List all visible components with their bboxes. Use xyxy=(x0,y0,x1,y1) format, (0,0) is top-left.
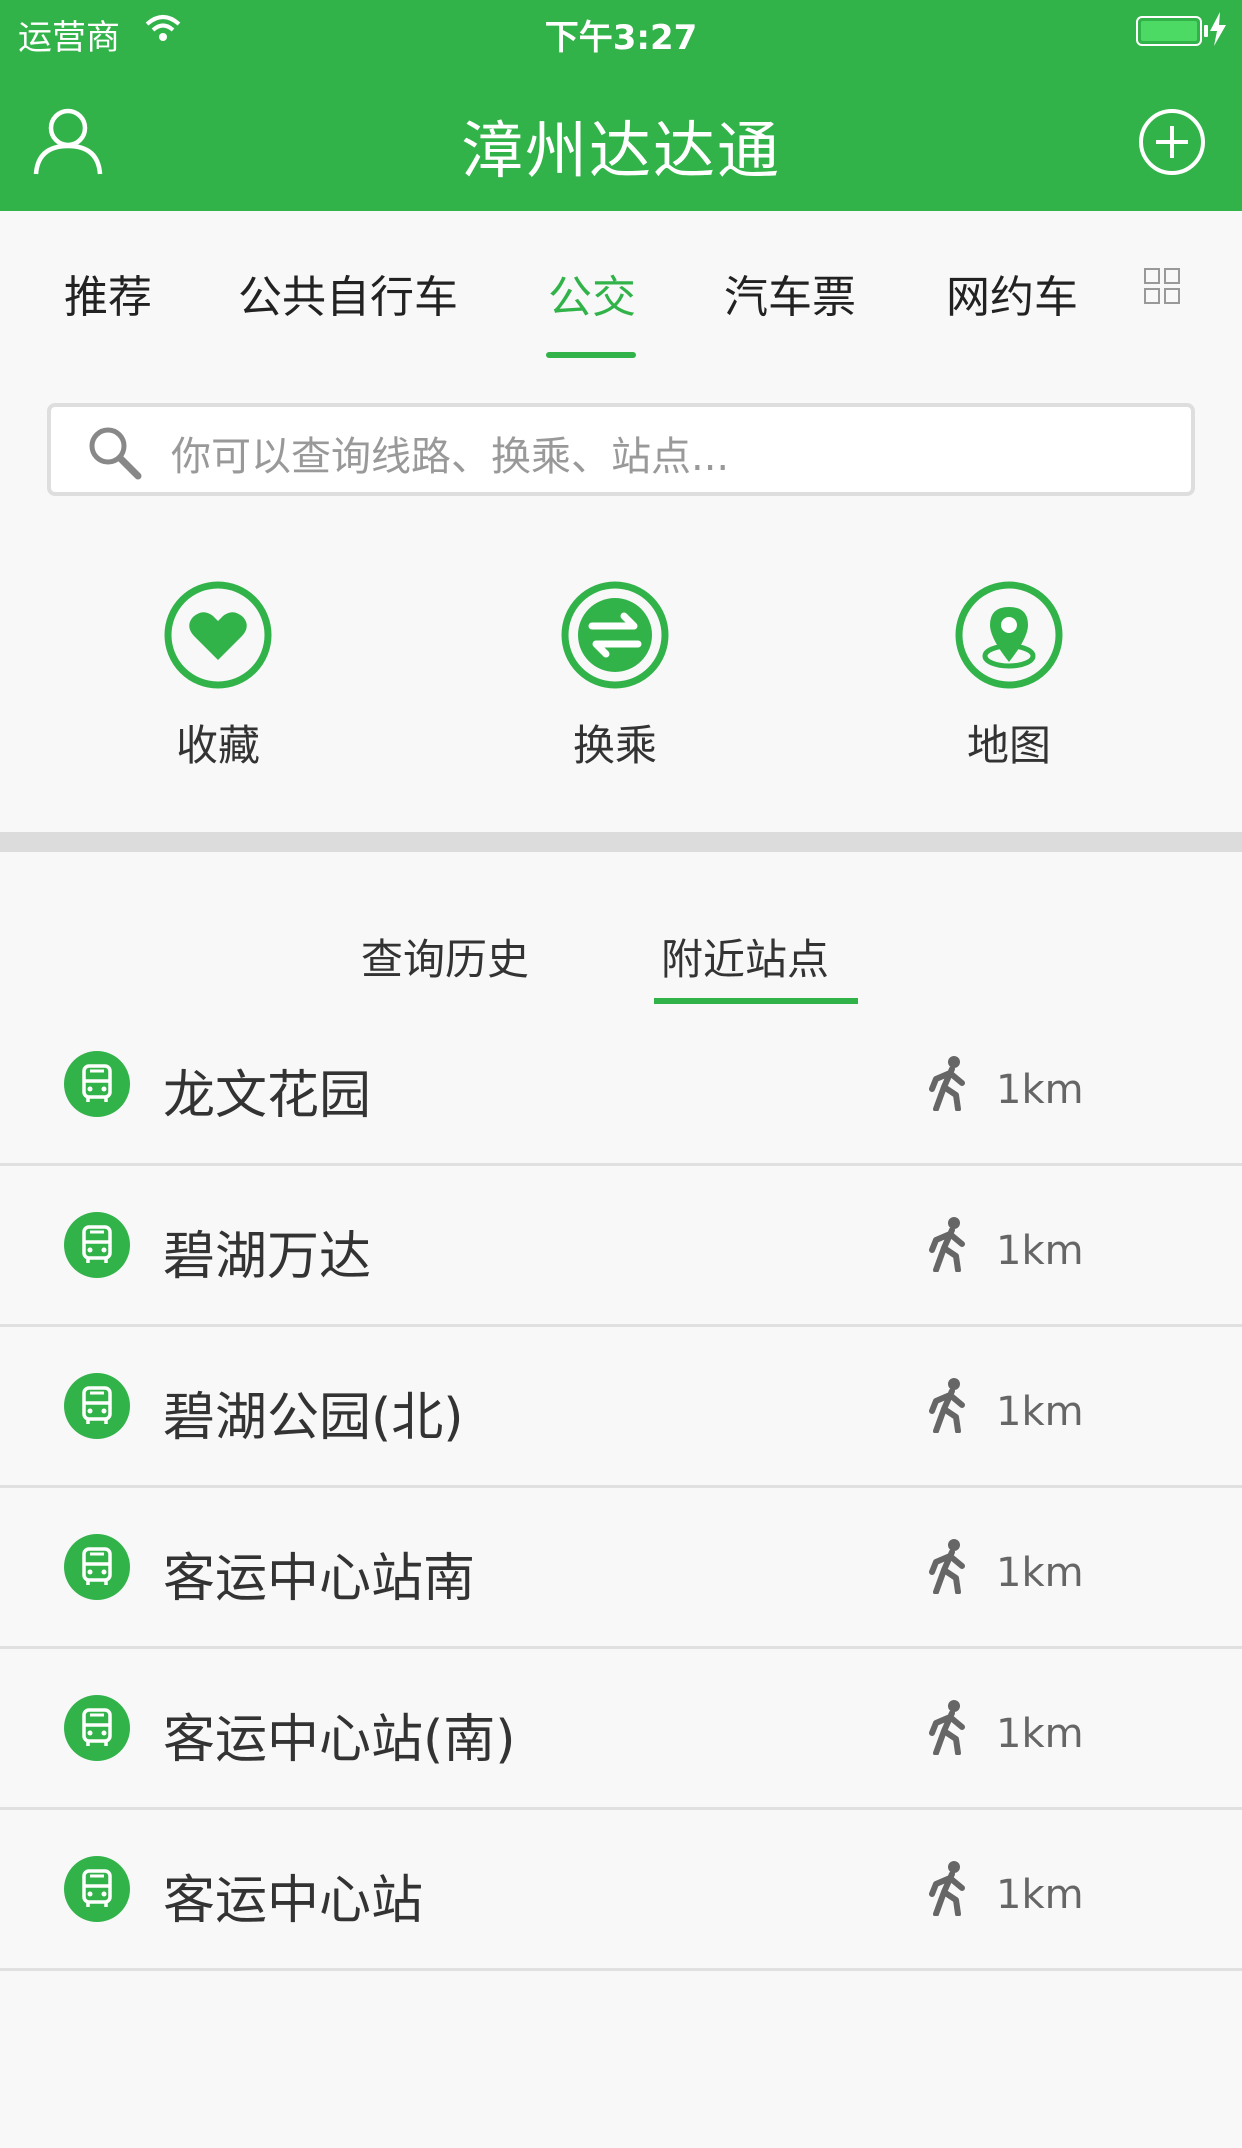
nearby-station-list: 龙文花园 1km 碧湖万达 1km 碧湖公园(北) 1km 客运中心站南 1km… xyxy=(0,1005,1242,1971)
walking-icon xyxy=(929,1217,965,1272)
tab-query-history[interactable]: 查询历史 xyxy=(361,926,529,987)
map-pin-icon[interactable] xyxy=(954,580,1064,690)
transfer-label[interactable]: 换乘 xyxy=(515,712,715,773)
app-title: 漳州达达通 xyxy=(460,114,781,187)
add-plus-icon[interactable] xyxy=(1138,108,1206,176)
walking-icon xyxy=(929,1378,965,1433)
station-distance: 1km xyxy=(996,1228,1084,1274)
tab-bus[interactable]: 公交 xyxy=(548,261,636,325)
section-divider xyxy=(0,832,1242,852)
tab-recommend[interactable]: 推荐 xyxy=(64,261,152,325)
list-item[interactable]: 客运中心站 1km xyxy=(0,1810,1242,1971)
app-header: 运营商 下午3:27 漳州达达通 xyxy=(0,0,1242,211)
charging-bolt-icon xyxy=(1210,12,1226,46)
status-time: 下午3:27 xyxy=(544,18,698,58)
heart-icon[interactable] xyxy=(163,580,273,690)
category-tabs: 推荐 公共自行车 公交 汽车票 网约车 xyxy=(0,211,1242,361)
tab-active-indicator xyxy=(546,352,636,358)
station-distance: 1km xyxy=(996,1550,1084,1596)
tab-public-bike[interactable]: 公共自行车 xyxy=(238,261,458,325)
station-name: 客运中心站 xyxy=(163,1871,424,1931)
map-label[interactable]: 地图 xyxy=(909,712,1109,773)
search-input[interactable]: 你可以查询线路、换乘、站点... xyxy=(47,403,1195,496)
search-icon xyxy=(89,427,142,480)
station-distance: 1km xyxy=(996,1872,1084,1918)
walking-icon xyxy=(929,1700,965,1755)
search-placeholder: 你可以查询线路、换乘、站点... xyxy=(171,434,730,480)
list-item[interactable]: 龙文花园 1km xyxy=(0,1005,1242,1166)
tab-ride-hailing[interactable]: 网约车 xyxy=(946,261,1078,325)
bus-icon xyxy=(64,1373,130,1439)
favorites-label[interactable]: 收藏 xyxy=(118,712,318,773)
transfer-icon[interactable] xyxy=(560,580,670,690)
tab-bus-ticket[interactable]: 汽车票 xyxy=(724,261,856,325)
list-item[interactable]: 碧湖公园(北) 1km xyxy=(0,1327,1242,1488)
bus-icon xyxy=(64,1695,130,1761)
bus-icon xyxy=(64,1534,130,1600)
subtab-active-indicator xyxy=(654,998,858,1004)
walking-icon xyxy=(929,1539,965,1594)
station-name: 龙文花园 xyxy=(163,1066,372,1126)
tab-nearby-stations[interactable]: 附近站点 xyxy=(661,926,829,987)
station-distance: 1km xyxy=(996,1711,1084,1757)
station-distance: 1km xyxy=(996,1389,1084,1435)
station-distance: 1km xyxy=(996,1067,1084,1113)
station-name: 碧湖万达 xyxy=(163,1227,372,1287)
bus-icon xyxy=(64,1212,130,1278)
bus-icon xyxy=(64,1856,130,1922)
walking-icon xyxy=(929,1861,965,1916)
list-item[interactable]: 客运中心站南 1km xyxy=(0,1488,1242,1649)
bus-icon xyxy=(64,1051,130,1117)
station-name: 客运中心站(南) xyxy=(163,1710,516,1770)
walking-icon xyxy=(929,1056,965,1111)
grid-menu-icon[interactable] xyxy=(1144,268,1180,304)
status-bar: 运营商 下午3:27 xyxy=(0,0,1242,60)
battery-icon xyxy=(1136,16,1202,46)
station-name: 碧湖公园(北) xyxy=(163,1388,464,1448)
list-item[interactable]: 碧湖万达 1km xyxy=(0,1166,1242,1327)
list-item[interactable]: 客运中心站(南) 1km xyxy=(0,1649,1242,1810)
station-name: 客运中心站南 xyxy=(163,1549,476,1609)
